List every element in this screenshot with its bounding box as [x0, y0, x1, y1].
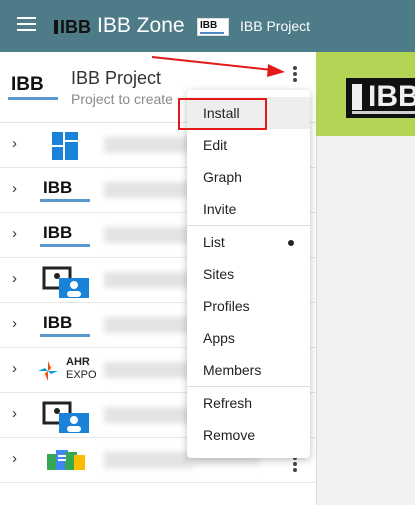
project-name: IBB Project: [71, 68, 162, 88]
menu-item-sites[interactable]: Sites: [187, 258, 310, 290]
menu-item-label: Refresh: [203, 395, 253, 411]
install-highlight-annotation: [178, 98, 267, 130]
menu-item-label: Members: [203, 362, 262, 378]
menu-item-profiles[interactable]: Profiles: [187, 290, 310, 322]
app-logo[interactable]: IBB: [54, 17, 91, 38]
chevron-right-icon[interactable]: ›: [12, 226, 24, 241]
ahr-logo-text: AHR: [66, 356, 90, 368]
app-logo-text: IBB: [60, 17, 91, 37]
menu-item-list[interactable]: List: [187, 226, 310, 258]
project-options-menu: Install Edit Graph Invite List Sites Pro…: [187, 90, 310, 458]
expo-logo-text: EXPO: [66, 369, 97, 381]
project-preview-banner: IBB: [316, 52, 415, 136]
photo-user-icon: [38, 266, 94, 298]
project-logo: IBB: [8, 74, 58, 100]
menu-item-edit[interactable]: Edit: [187, 129, 310, 161]
chevron-right-icon[interactable]: ›: [12, 181, 24, 196]
menu-item-apps[interactable]: Apps: [187, 322, 310, 354]
grid-tiles-icon: [38, 131, 94, 161]
chevron-right-icon[interactable]: ›: [12, 406, 24, 421]
ibb-logo: IBB: [38, 176, 94, 206]
photo-user-icon: [38, 401, 94, 433]
menu-item-label: Edit: [203, 137, 228, 153]
current-project-title[interactable]: IBB Project: [240, 18, 310, 34]
menu-item-graph[interactable]: Graph: [187, 161, 310, 193]
project-description: Project to create: [71, 91, 173, 107]
ibb-logo-text: IBB: [43, 223, 73, 242]
menu-item-label: Profiles: [203, 298, 250, 314]
row-options-icon[interactable]: [292, 456, 298, 474]
ibb-logo: IBB: [38, 311, 94, 341]
menu-item-label: Invite: [203, 201, 237, 217]
chevron-right-icon[interactable]: ›: [12, 271, 24, 286]
ibb-logo-text: IBB: [43, 313, 73, 332]
menu-item-remove[interactable]: Remove: [187, 419, 310, 451]
chevron-right-icon[interactable]: ›: [12, 361, 24, 376]
preview-logo-text: IBB: [368, 80, 415, 113]
project-logo-mini-text: IBB: [200, 20, 218, 31]
app-bar: IBB IBB Zone IBB IBB Project: [0, 0, 415, 52]
menu-item-label: List: [203, 234, 225, 250]
menu-item-label: Remove: [203, 427, 256, 443]
project-logo-mini: IBB: [197, 18, 229, 36]
menu-item-label: Sites: [203, 266, 235, 282]
chevron-right-icon[interactable]: ›: [12, 451, 24, 466]
menu-item-members[interactable]: Members: [187, 354, 310, 386]
ibb-logo: IBB: [38, 221, 94, 251]
hamburger-menu-icon[interactable]: [17, 17, 36, 31]
menu-item-refresh[interactable]: Refresh: [187, 387, 310, 419]
more-options-icon[interactable]: [292, 66, 298, 84]
app-title: IBB Zone: [97, 14, 185, 37]
selected-bullet-icon: [288, 240, 294, 246]
preview-logo: IBB: [346, 78, 415, 118]
chevron-right-icon[interactable]: ›: [12, 136, 24, 151]
menu-item-label: Apps: [203, 330, 235, 346]
menu-item-invite[interactable]: Invite: [187, 193, 310, 225]
ahr-expo-logo: AHR EXPO: [38, 356, 97, 386]
menu-item-label: Graph: [203, 169, 242, 185]
project-logo-text: IBB: [11, 74, 44, 95]
chevron-right-icon[interactable]: ›: [12, 316, 24, 331]
ibb-logo-text: IBB: [43, 178, 73, 197]
office-docs-icon: [38, 446, 94, 476]
